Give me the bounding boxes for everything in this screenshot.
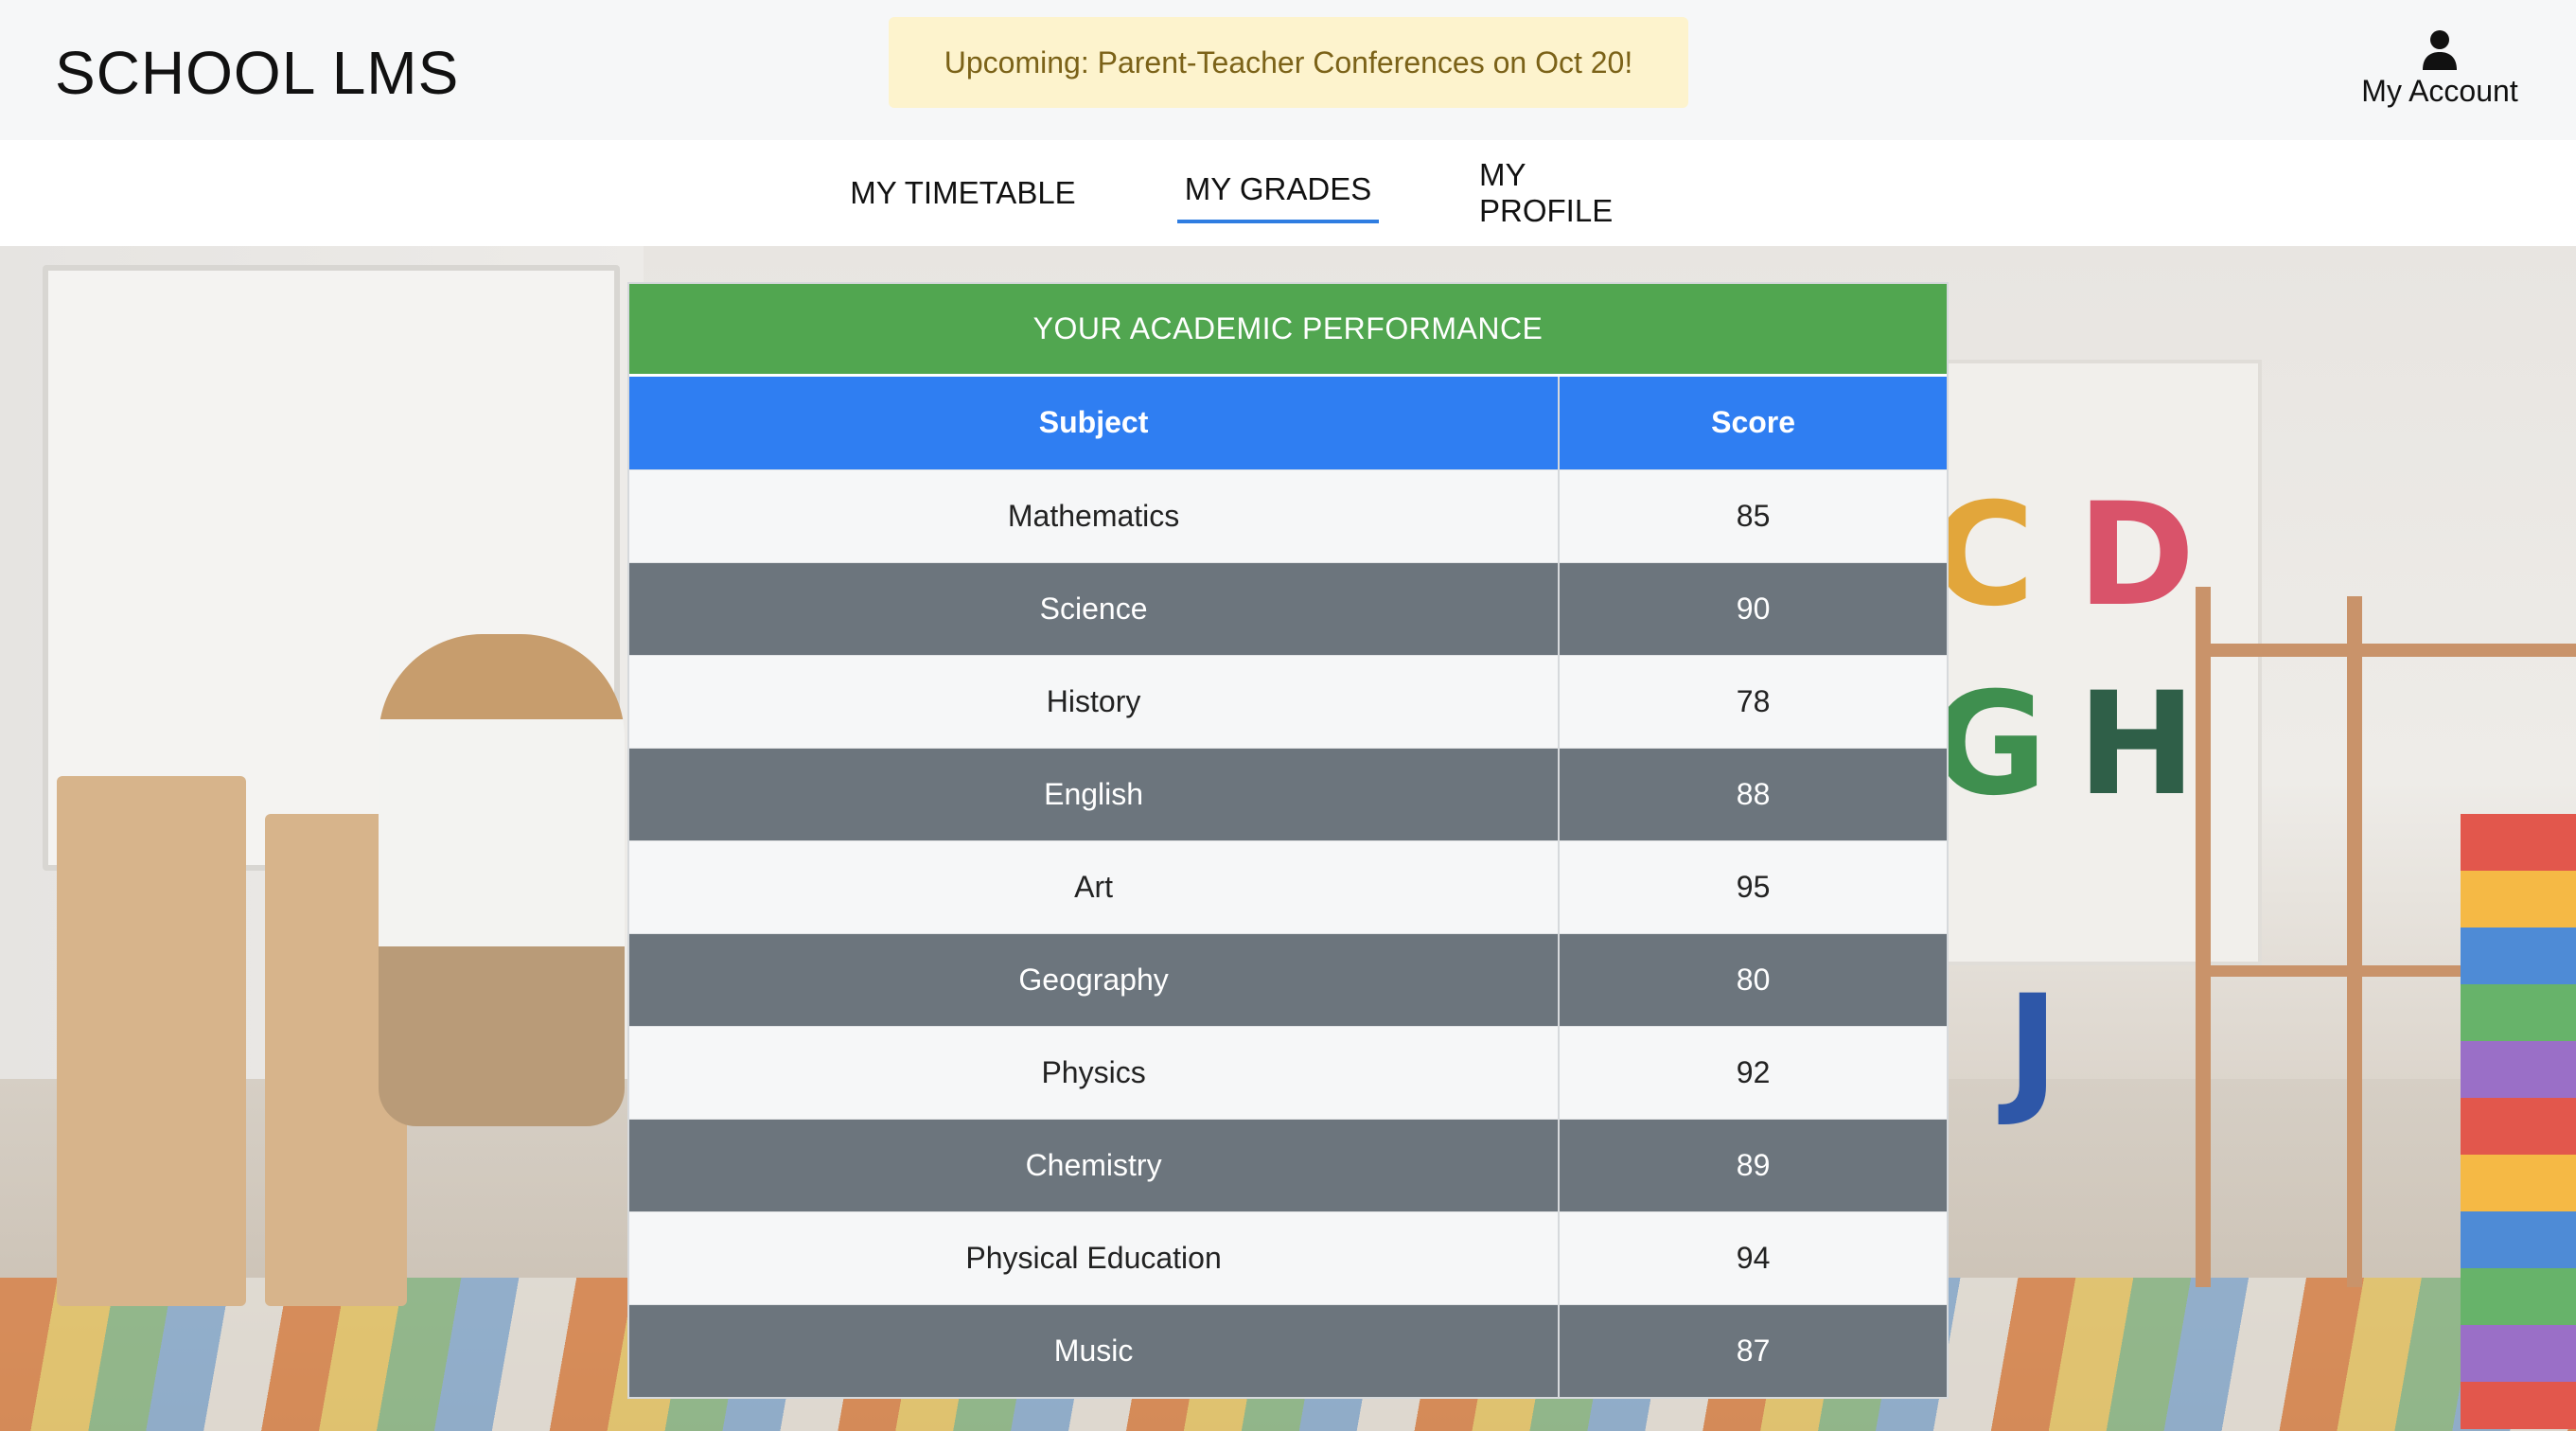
table-header-row: Subject Score (629, 377, 1947, 469)
score-cell: 85 (1559, 468, 1947, 562)
score-cell: 88 (1559, 747, 1947, 840)
table-row: Music 87 (629, 1303, 1947, 1397)
user-icon (2423, 30, 2457, 70)
table-row: History 78 (629, 654, 1947, 748)
main-nav: MY TIMETABLE MY GRADES MY PROFILE (0, 140, 2576, 246)
grades-title: YOUR ACADEMIC PERFORMANCE (629, 284, 1947, 377)
score-cell: 78 (1559, 654, 1947, 748)
score-cell: 95 (1559, 839, 1947, 933)
table-row: Science 90 (629, 561, 1947, 655)
announcement-banner: Upcoming: Parent-Teacher Conferences on … (889, 17, 1688, 108)
grades-panel: YOUR ACADEMIC PERFORMANCE Subject Score … (627, 282, 1949, 1399)
subject-cell: History (629, 654, 1561, 748)
wooden-shelf (2196, 644, 2576, 657)
letter-j: J (2006, 965, 2059, 1130)
letter-h: H (2077, 662, 2197, 827)
column-header-subject: Subject (629, 377, 1561, 469)
wooden-shelf (2347, 596, 2362, 1287)
score-cell: 94 (1559, 1210, 1947, 1304)
child-figure (379, 634, 625, 1126)
subject-cell: Science (629, 561, 1561, 655)
table-row: Mathematics 85 (629, 468, 1947, 562)
subject-cell: Geography (629, 932, 1561, 1026)
table-row: Physics 92 (629, 1025, 1947, 1119)
subject-cell: Chemistry (629, 1118, 1561, 1211)
chair (57, 776, 246, 1306)
table-row: Physical Education 94 (629, 1210, 1947, 1304)
subject-cell: Art (629, 839, 1561, 933)
score-cell: 90 (1559, 561, 1947, 655)
column-header-score: Score (1559, 377, 1947, 469)
top-header: SCHOOL LMS Upcoming: Parent-Teacher Conf… (0, 0, 2576, 140)
toy-blocks (2461, 814, 2576, 1429)
subject-cell: Physics (629, 1025, 1561, 1119)
score-cell: 87 (1559, 1303, 1947, 1397)
tab-my-timetable[interactable]: MY TIMETABLE (847, 140, 1079, 246)
subject-cell: English (629, 747, 1561, 840)
wooden-shelf (2196, 587, 2211, 1287)
subject-cell: Physical Education (629, 1210, 1561, 1304)
grades-table: Subject Score Mathematics 85 Science 90 … (629, 377, 1947, 1397)
letter-d: D (2077, 473, 2196, 638)
table-row: Art 95 (629, 839, 1947, 933)
my-account-button[interactable]: My Account (2345, 28, 2534, 123)
my-account-label: My Account (2361, 74, 2518, 108)
subject-cell: Mathematics (629, 468, 1561, 562)
score-cell: 89 (1559, 1118, 1947, 1211)
subject-cell: Music (629, 1303, 1561, 1397)
table-row: Geography 80 (629, 932, 1947, 1026)
announcement-text: Upcoming: Parent-Teacher Conferences on … (944, 44, 1633, 80)
tab-my-profile[interactable]: MY PROFILE (1479, 140, 1665, 246)
site-logo[interactable]: SCHOOL LMS (55, 38, 459, 108)
table-row: English 88 (629, 747, 1947, 840)
score-cell: 92 (1559, 1025, 1947, 1119)
tab-my-grades[interactable]: MY GRADES (1177, 136, 1379, 242)
table-row: Chemistry 89 (629, 1118, 1947, 1211)
score-cell: 80 (1559, 932, 1947, 1026)
